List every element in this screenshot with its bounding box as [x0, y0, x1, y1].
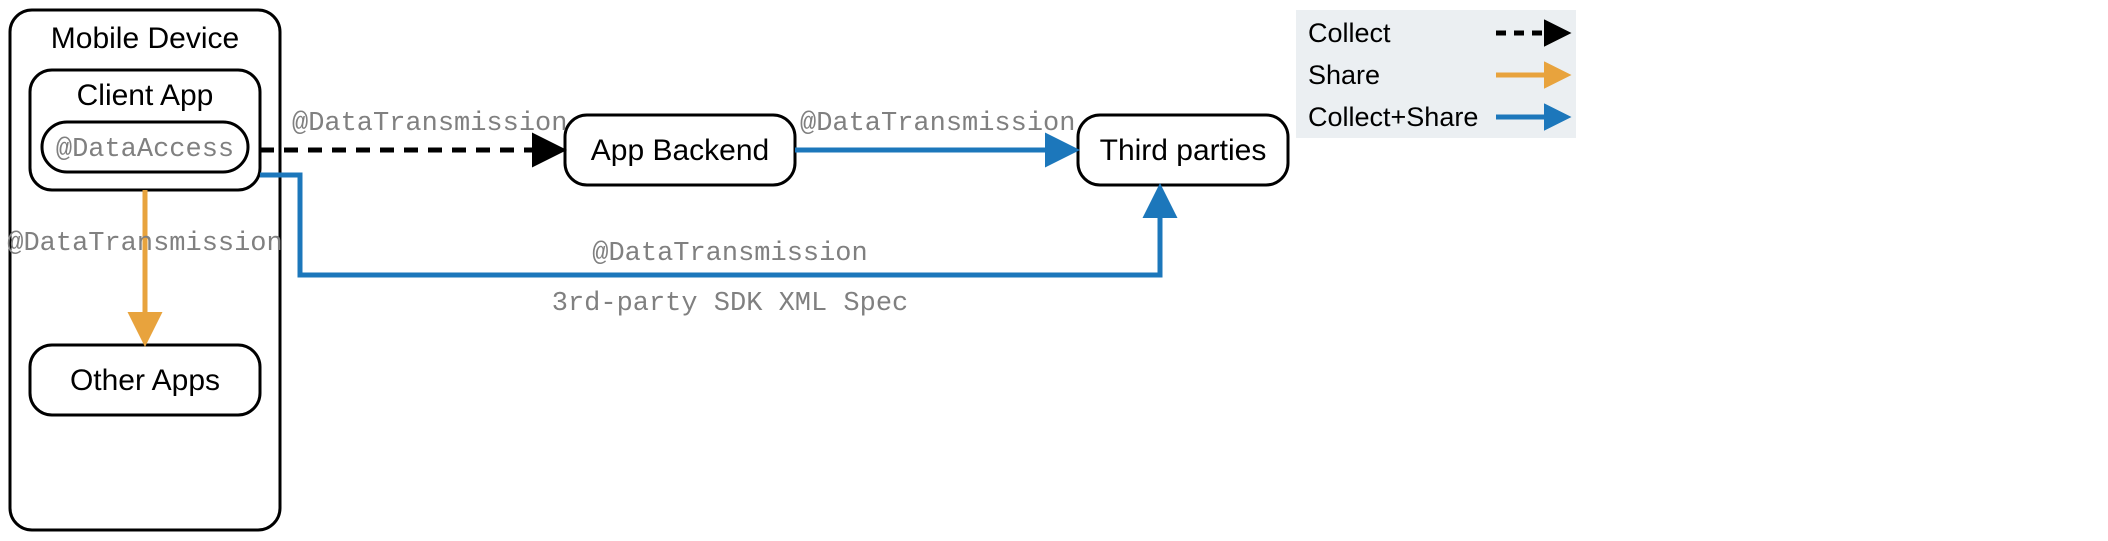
app-backend-node: App Backend — [565, 115, 795, 185]
data-access-label: @DataAccess — [56, 135, 234, 165]
data-access-node: @DataAccess — [42, 122, 248, 172]
client-app-node: Client App @DataAccess — [30, 70, 260, 190]
edge-backend-to-third-label: @DataTransmission — [800, 109, 1075, 139]
legend: Collect Share Collect+Share — [1296, 10, 1576, 138]
edge-client-to-backend-label: @DataTransmission — [292, 109, 567, 139]
edge-client-to-other-label: @DataTransmission — [7, 229, 282, 259]
edge-client-to-third-label-top: @DataTransmission — [592, 239, 867, 269]
third-parties-label: Third parties — [1100, 134, 1267, 167]
legend-share-label: Share — [1308, 60, 1380, 90]
mobile-device-label: Mobile Device — [51, 22, 239, 55]
third-parties-node: Third parties — [1078, 115, 1288, 185]
legend-collect-label: Collect — [1308, 18, 1391, 48]
edge-client-to-third-label-bottom: 3rd-party SDK XML Spec — [552, 289, 908, 319]
app-backend-label: App Backend — [591, 134, 769, 167]
edge-client-to-backend: @DataTransmission — [260, 109, 567, 150]
client-app-label: Client App — [77, 79, 214, 112]
other-apps-node: Other Apps — [30, 345, 260, 415]
edge-client-to-third: @DataTransmission 3rd-party SDK XML Spec — [260, 175, 1160, 319]
legend-collect-share-label: Collect+Share — [1308, 102, 1478, 132]
edge-backend-to-third: @DataTransmission — [795, 109, 1075, 150]
other-apps-label: Other Apps — [70, 364, 220, 397]
